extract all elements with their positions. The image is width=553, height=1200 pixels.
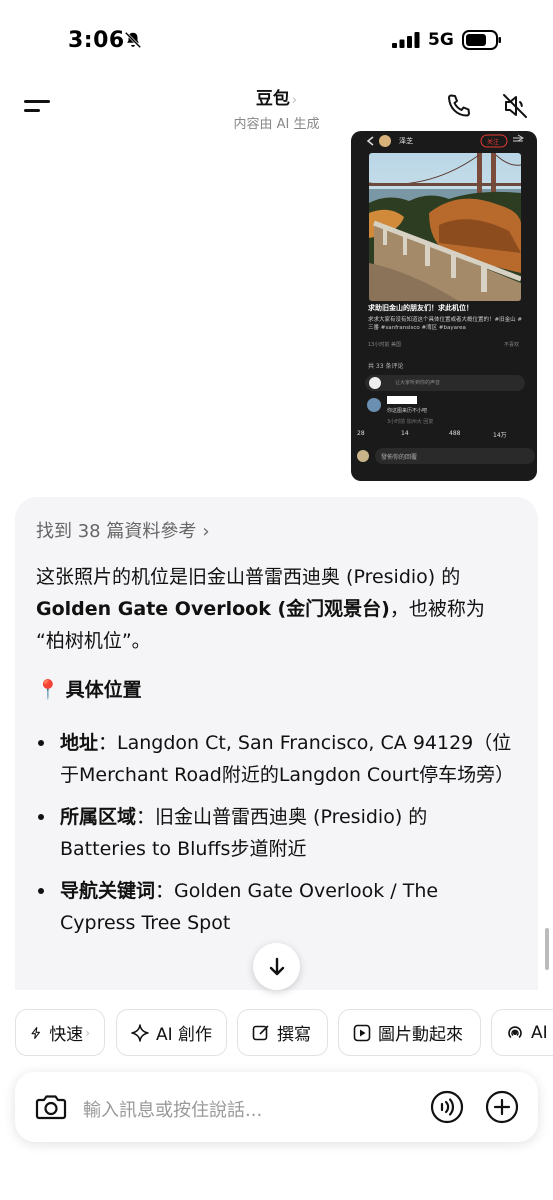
stat-likes: 488 bbox=[449, 430, 461, 437]
arrow-down-icon bbox=[269, 957, 284, 975]
comment-avatar bbox=[367, 398, 381, 412]
references-link[interactable]: 找到 38 篇資料參考 › bbox=[36, 517, 210, 543]
chip-chevron-icon: › bbox=[85, 1025, 90, 1040]
post-topbar bbox=[366, 134, 524, 148]
list-item: 导航关键词：Golden Gate Overlook / The Cypress… bbox=[36, 875, 516, 939]
signal-icon bbox=[392, 32, 420, 48]
post-comment-box: 让大家听到你的声音 bbox=[365, 375, 525, 391]
list-item: 地址：Langdon Ct, San Francisco, CA 94129（位… bbox=[36, 727, 516, 791]
play-square-icon bbox=[353, 1024, 371, 1041]
bullet-label: 所属区域 bbox=[60, 806, 137, 828]
chip-animate-image[interactable]: 圖片動起來 bbox=[338, 1009, 481, 1056]
battery-icon bbox=[462, 30, 501, 50]
comment-meta: 3小时前 加州大 回复 bbox=[387, 419, 434, 425]
post-description: 求求大家有没有知道这个具体位置或者大概位置的！#旧金山 #三番 #sanfran… bbox=[368, 317, 522, 331]
bullet-label: 导航关键词 bbox=[60, 880, 156, 902]
speaker-muted-icon[interactable] bbox=[501, 92, 529, 120]
chip-ai-label: AI bbox=[531, 1022, 548, 1043]
chip-fast-label: 快速 bbox=[49, 1025, 84, 1045]
message-input[interactable]: 輸入訊息或按住說話... bbox=[83, 1096, 262, 1122]
post-comment-count: 共 33 条评论 bbox=[368, 363, 404, 370]
lightning-icon bbox=[31, 1026, 41, 1039]
pencil-square-icon bbox=[252, 1024, 269, 1040]
bullet-text: ：Langdon Ct, San Francisco, CA 94129（位于M… bbox=[60, 732, 515, 786]
post-reply-input: 發佈你的回覆 bbox=[375, 448, 535, 464]
golden-gate-photo bbox=[369, 153, 521, 301]
bell-muted-icon bbox=[124, 31, 142, 49]
section-title: 具体位置 bbox=[65, 679, 142, 701]
scroll-to-bottom-button[interactable] bbox=[253, 943, 300, 990]
scrollbar[interactable] bbox=[545, 928, 549, 970]
comment-placeholder: 让大家听到你的声音 bbox=[395, 380, 441, 386]
chat-header: 豆包 › 内容由 AI 生成 bbox=[0, 80, 553, 132]
phone-icon[interactable] bbox=[445, 92, 473, 120]
voice-icon[interactable] bbox=[430, 1090, 464, 1124]
references-label[interactable]: 找到 38 篇資料參考 bbox=[36, 521, 196, 542]
post-follow-label: 关注 bbox=[487, 139, 500, 146]
podcast-icon bbox=[508, 1025, 522, 1038]
title-chevron-icon: › bbox=[291, 93, 298, 108]
intro-text-2: ，也被称为 bbox=[389, 598, 485, 620]
sent-image-message[interactable]: 泽芝 关注 求助旧金山的朋友们！求此机位！ 求求大家有没有知道这个具体位置或者大… bbox=[351, 131, 537, 481]
stat-comments: 28 bbox=[357, 430, 365, 437]
status-time: 3:06 bbox=[68, 28, 125, 53]
post-time: 13小时前 美国 bbox=[368, 342, 401, 348]
section-heading: 📍 具体位置 bbox=[36, 675, 142, 702]
chip-write[interactable]: 撰寫 bbox=[237, 1009, 328, 1056]
composer-area: 快速 › AI 創作 撰寫 圖片動起來 AI 輸入訊息或按住說話... bbox=[0, 990, 553, 1200]
intro-bold-name: Golden Gate Overlook (金门观景台) bbox=[36, 598, 390, 620]
chip-fast[interactable]: 快速 › bbox=[15, 1009, 105, 1056]
answer-intro: 这张照片的机位是旧金山普雷西迪奥 (Presidio) 的 Golden Gat… bbox=[36, 561, 516, 657]
post-username: 泽芝 bbox=[399, 137, 413, 145]
bullet-label: 地址 bbox=[60, 732, 99, 754]
assistant-answer-bubble: 找到 38 篇資料參考 › 这张照片的机位是旧金山普雷西迪奥 (Presidio)… bbox=[15, 497, 538, 1017]
post-dislike: 不喜欢 bbox=[503, 342, 519, 348]
status-bar: 3:06 5G bbox=[0, 0, 553, 80]
location-list: 地址：Langdon Ct, San Francisco, CA 94129（位… bbox=[36, 727, 516, 949]
chip-write-label: 撰寫 bbox=[277, 1025, 311, 1045]
chip-ai-create-label: AI 創作 bbox=[155, 1025, 212, 1045]
reply-avatar bbox=[357, 450, 369, 462]
network-label: 5G bbox=[428, 30, 454, 50]
intro-text-3: “柏树机位”。 bbox=[36, 630, 151, 652]
redacted-name bbox=[387, 396, 417, 404]
stat-views: 14万 bbox=[493, 432, 507, 439]
commenter-avatar bbox=[369, 377, 381, 389]
chip-ai-podcast[interactable]: AI bbox=[491, 1009, 553, 1056]
comment-text: 你这图来历不小吧 bbox=[387, 408, 428, 414]
chip-ai-create[interactable]: AI 創作 bbox=[116, 1009, 227, 1056]
sparkle-icon bbox=[131, 1023, 149, 1042]
pin-icon: 📍 bbox=[36, 679, 60, 701]
camera-icon[interactable] bbox=[35, 1092, 67, 1122]
post-title: 求助旧金山的朋友们！求此机位！ bbox=[368, 304, 473, 312]
chip-animate-label: 圖片動起來 bbox=[378, 1025, 463, 1045]
post-stats-bar: 28 14 488 14万 bbox=[355, 430, 535, 444]
intro-text-1: 这张照片的机位是旧金山普雷西迪奥 (Presidio) 的 bbox=[36, 566, 461, 588]
post-reply-bar: 發佈你的回覆 bbox=[357, 446, 535, 466]
plus-icon[interactable] bbox=[485, 1090, 519, 1124]
message-input-box[interactable]: 輸入訊息或按住說話... bbox=[15, 1072, 538, 1142]
list-item: 所属区域：旧金山普雷西迪奥 (Presidio) 的 Batteries to … bbox=[36, 801, 516, 865]
chat-title[interactable]: 豆包 bbox=[256, 89, 290, 109]
chevron-right-icon: › bbox=[202, 521, 210, 542]
stat-reposts: 14 bbox=[401, 430, 409, 437]
